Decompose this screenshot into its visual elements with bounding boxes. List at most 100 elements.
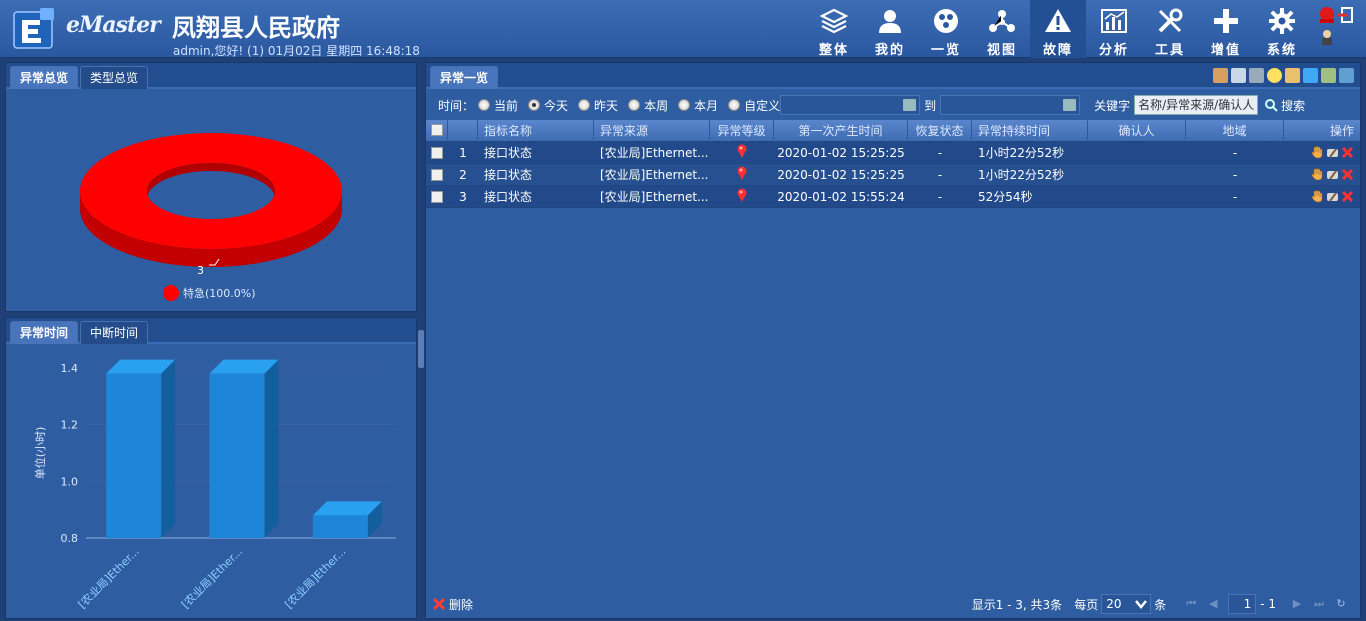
refresh-icon[interactable]: ↻ (1334, 597, 1348, 611)
nav-analysis[interactable]: 分析 (1086, 0, 1142, 58)
panel-tabstrip: 异常总览 类型总览 (6, 63, 416, 89)
actions-cell (1284, 146, 1360, 159)
nav-fault[interactable]: 故障 (1030, 0, 1086, 58)
logout-icon[interactable] (1338, 7, 1353, 23)
start-date-input[interactable] (780, 95, 921, 115)
col-header-source[interactable]: 异常来源 (594, 119, 710, 142)
end-date-input[interactable] (940, 95, 1081, 115)
hand-icon[interactable] (1311, 168, 1324, 181)
calendar-icon[interactable] (1063, 99, 1077, 111)
col-header-region[interactable]: 地域 (1186, 119, 1284, 142)
check-icon[interactable] (1303, 68, 1318, 83)
comment-edit-icon[interactable] (1326, 146, 1339, 159)
nav-system[interactable]: 系统 (1254, 0, 1310, 58)
radio-this-week[interactable]: 本周 (628, 97, 668, 114)
tab-interrupt-time[interactable]: 中断时间 (80, 321, 149, 344)
row-checkbox[interactable] (431, 146, 443, 159)
col-header-duration[interactable]: 异常持续时间 (972, 119, 1088, 142)
prev-page-icon[interactable]: ◀ (1206, 597, 1220, 611)
edit-icon[interactable] (1285, 68, 1300, 83)
col-header-confirmer[interactable]: 确认人 (1088, 119, 1186, 142)
metric-name-cell[interactable]: 接口状态 (478, 166, 594, 183)
monitor-icon[interactable] (1249, 68, 1264, 83)
select-all-checkbox[interactable] (430, 123, 443, 136)
metric-name-cell[interactable]: 接口状态 (478, 188, 594, 205)
anomaly-list-panel: 异常一览 时间： 当前 今天 昨天 本周 本月 自定义 到 关键字 名称/异常来… (425, 62, 1361, 619)
radio-this-month[interactable]: 本月 (678, 97, 718, 114)
col-header-recovery[interactable]: 恢复状态 (908, 119, 972, 142)
bar[interactable] (312, 515, 368, 538)
duration-cell: 1小时22分52秒 (978, 168, 1065, 182)
comment-edit-icon[interactable] (1326, 190, 1339, 203)
pie-slice[interactable] (80, 133, 342, 249)
delete-row-icon[interactable] (1341, 168, 1354, 181)
search-button[interactable]: 搜索 (1264, 97, 1305, 114)
settings-columns-icon[interactable] (1339, 68, 1354, 83)
export-excel-icon[interactable] (1321, 68, 1336, 83)
next-page-icon[interactable]: ▶ (1290, 597, 1304, 611)
region-cell: - (1232, 145, 1238, 160)
app-logo-icon (12, 6, 58, 52)
legend-marker[interactable] (163, 285, 179, 301)
radio-current[interactable]: 当前 (478, 97, 518, 114)
nav-label: 一览 (930, 43, 961, 58)
col-header-name[interactable]: 指标名称 (478, 119, 594, 142)
delete-button[interactable]: 删除 (432, 596, 473, 613)
nav-addon[interactable]: 增值 (1198, 0, 1254, 58)
source-cell[interactable]: [农业局]Ethernet... (594, 144, 710, 161)
nav-mine[interactable]: 我的 (862, 0, 918, 58)
bar-chart: 0.8 1.0 1.2 1.4 单位(小时) [农业局]Ether... [农业局]Ethe… (33, 359, 396, 611)
row-checkbox[interactable] (431, 168, 443, 181)
radio-yesterday[interactable]: 昨天 (578, 97, 618, 114)
row-checkbox[interactable] (431, 190, 443, 203)
chevron-down-icon (1135, 600, 1148, 609)
y-axis-label: 单位(小时) (33, 427, 47, 480)
nav-tools[interactable]: 工具 (1142, 0, 1198, 58)
radio-custom[interactable]: 自定义 (728, 97, 780, 114)
table-row[interactable]: 3 接口状态 [农业局]Ethernet... 2020-01-02 15:55:24… (426, 186, 1360, 208)
tab-type-overview[interactable]: 类型总览 (80, 66, 149, 89)
nav-view[interactable]: 视图 (974, 0, 1030, 58)
legend-label[interactable]: 特急(100.0%) (183, 286, 256, 300)
radio-dot (628, 99, 641, 111)
keyword-input[interactable]: 名称/异常来源/确认人 (1134, 95, 1259, 115)
source-cell[interactable]: [农业局]Ethernet... (594, 188, 710, 205)
tab-anomaly-time[interactable]: 异常时间 (10, 321, 79, 344)
anomaly-overview-panel: 异常总览 类型总览 3 特急(100.0%) (5, 62, 417, 312)
nav-overall[interactable]: 整体 (806, 0, 862, 58)
severity-cell (710, 144, 774, 161)
col-header-level[interactable]: 异常等级 (710, 119, 774, 142)
overview-icon (931, 6, 961, 36)
alarm-light-icon[interactable] (1320, 7, 1334, 23)
hand-icon[interactable] (1311, 190, 1324, 203)
panel-splitter[interactable] (418, 330, 424, 368)
page-number-input[interactable]: 1 (1228, 594, 1257, 614)
comment-edit-icon[interactable] (1326, 168, 1339, 181)
table-row[interactable]: 1 接口状态 [农业局]Ethernet... 2020-01-02 15:25:25… (426, 142, 1360, 164)
source-cell[interactable]: [农业局]Ethernet... (594, 166, 710, 183)
user-status-icon[interactable] (1322, 30, 1332, 45)
nav-overview[interactable]: 一览 (918, 0, 974, 58)
x-tick-label: [农业局]Ether... (282, 544, 349, 611)
assign-icon[interactable] (1213, 68, 1228, 83)
page-size-select[interactable]: 20 (1101, 594, 1152, 614)
tab-anomaly-list[interactable]: 异常一览 (430, 66, 499, 89)
bar[interactable] (106, 373, 162, 538)
radio-today[interactable]: 今天 (528, 97, 568, 114)
calendar-icon[interactable] (903, 99, 917, 111)
first-page-icon[interactable]: ⏮ (1184, 597, 1198, 611)
severity-pin-icon (737, 188, 747, 202)
table-row[interactable]: 2 接口状态 [农业局]Ethernet... 2020-01-02 15:25:25… (426, 164, 1360, 186)
bar[interactable] (209, 373, 265, 538)
nav-label: 工具 (1154, 43, 1185, 58)
delete-row-icon[interactable] (1341, 190, 1354, 203)
report-icon[interactable] (1231, 68, 1246, 83)
tab-anomaly-overview[interactable]: 异常总览 (10, 66, 79, 89)
delete-icon (432, 597, 446, 611)
bulb-icon[interactable] (1267, 68, 1282, 83)
hand-icon[interactable] (1311, 146, 1324, 159)
metric-name-cell[interactable]: 接口状态 (478, 144, 594, 161)
delete-row-icon[interactable] (1341, 146, 1354, 159)
last-page-icon[interactable]: ⏭ (1312, 597, 1326, 611)
col-header-first-time[interactable]: 第一次产生时间 (774, 119, 908, 142)
